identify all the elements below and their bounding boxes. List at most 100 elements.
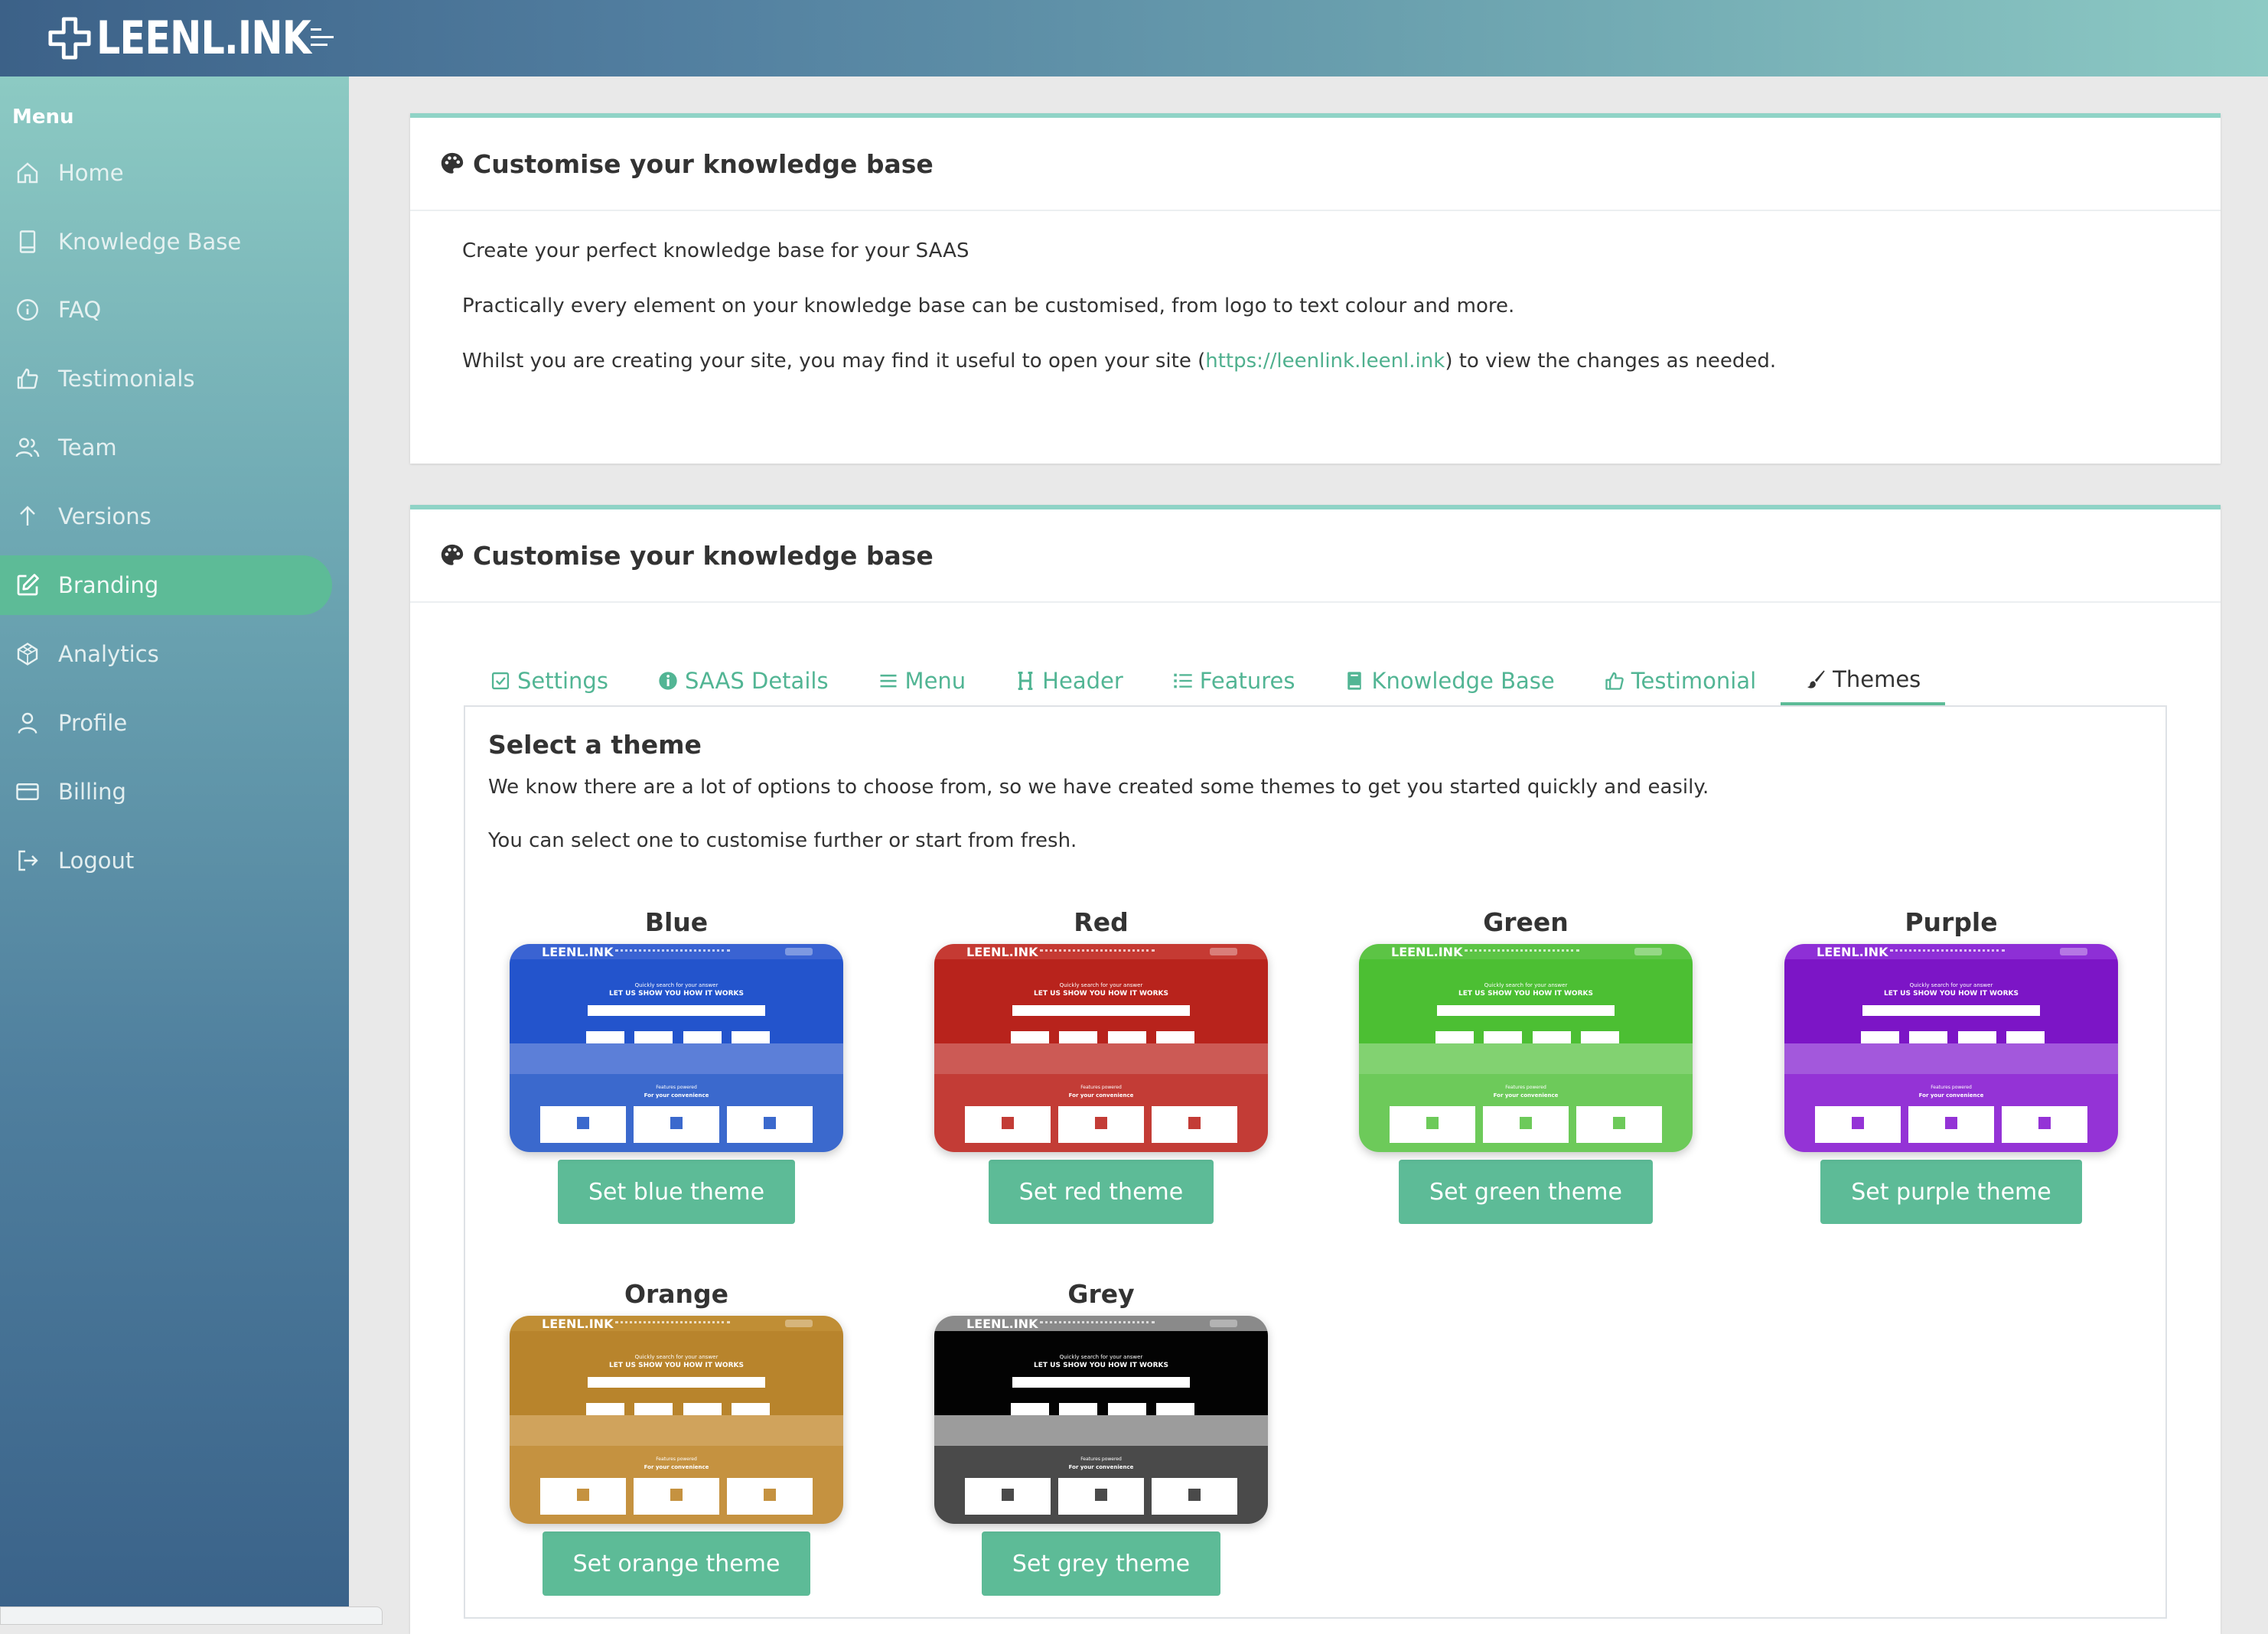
tab-label: Knowledge Base: [1371, 668, 1555, 694]
set-theme-button[interactable]: Set blue theme: [557, 1160, 796, 1224]
preview-features-title: For your convenience: [1493, 1092, 1559, 1099]
theme-card-red: Red LEENL.INK Quickly search for your an…: [933, 907, 1269, 1224]
settings-card-header: Customise your knowledge base: [410, 509, 2221, 603]
set-theme-button[interactable]: Set orange theme: [542, 1531, 811, 1596]
preview-logo: LEENL.INK: [1817, 945, 1888, 959]
tab-saas-details[interactable]: SAAS Details: [633, 656, 853, 705]
theme-name: Orange: [624, 1279, 729, 1309]
intro-card-title: Customise your knowledge base: [473, 148, 934, 179]
sidebar-item-home[interactable]: Home: [0, 143, 332, 203]
preview-logo: LEENL.INK: [542, 945, 614, 959]
arrow-up-icon: [20, 506, 35, 526]
preview-hero: Quickly search for your answer LET US SH…: [934, 1331, 1268, 1429]
preview-hero: Quickly search for your answer LET US SH…: [510, 959, 843, 1057]
preview-nav: LEENL.INK: [1359, 944, 1693, 959]
sidebar-item-faq[interactable]: FAQ: [0, 280, 332, 340]
preview-search: [1862, 1005, 2040, 1016]
sidebar-item-label: Logout: [58, 848, 135, 874]
sidebar-item-label: Team: [58, 435, 117, 461]
preview-logo: LEENL.INK: [966, 945, 1038, 959]
preview-logo: LEENL.INK: [966, 1317, 1038, 1331]
tab-testimonial[interactable]: Testimonial: [1579, 656, 1781, 705]
hamburger-menu-icon[interactable]: [308, 23, 337, 52]
preview-features-title: For your convenience: [644, 1092, 709, 1099]
credit-card-icon: [16, 783, 39, 800]
sidebar-item-team[interactable]: Team: [0, 418, 332, 477]
preview-band: [934, 1415, 1268, 1446]
sidebar-item-branding[interactable]: Branding: [0, 555, 332, 615]
preview-hero: Quickly search for your answer LET US SH…: [1784, 959, 2118, 1057]
settings-card-title: Customise your knowledge base: [473, 540, 934, 571]
panel-title: Select a theme: [488, 730, 702, 760]
theme-preview-thumbnail[interactable]: LEENL.INK Quickly search for your answer…: [934, 1316, 1268, 1524]
preview-features: Features powered For your convenience: [1359, 1074, 1693, 1152]
preview-hero: Quickly search for your answer LET US SH…: [934, 959, 1268, 1057]
home-icon: [17, 162, 38, 184]
sidebar-item-analytics[interactable]: Analytics: [0, 624, 332, 684]
preview-nav-links: [615, 1321, 730, 1326]
theme-preview-thumbnail[interactable]: LEENL.INK Quickly search for your answer…: [510, 944, 843, 1152]
preview-band: [1784, 1043, 2118, 1074]
preview-feature-cards: [1390, 1106, 1662, 1143]
set-theme-button[interactable]: Set grey theme: [981, 1531, 1221, 1596]
preview-features-title: For your convenience: [1068, 1464, 1134, 1470]
preview-features: Features powered For your convenience: [1784, 1074, 2118, 1152]
intro-line-3-pre: Whilst you are creating your site, you m…: [462, 350, 1206, 373]
tab-header[interactable]: Header: [990, 656, 1148, 705]
theme-preview-thumbnail[interactable]: LEENL.INK Quickly search for your answer…: [510, 1316, 843, 1524]
thumbs-up-icon: [17, 368, 38, 389]
heading-icon: [1018, 671, 1033, 691]
palette-icon: [441, 544, 464, 565]
theme-card-purple: Purple LEENL.INK Quickly search for your…: [1783, 907, 2120, 1224]
tab-settings[interactable]: Settings: [465, 656, 633, 705]
theme-name: Purple: [1905, 907, 1998, 937]
preview-hero-title: LET US SHOW YOU HOW IT WORKS: [1034, 1362, 1168, 1369]
preview-nav-links: [615, 949, 730, 955]
theme-preview-thumbnail[interactable]: LEENL.INK Quickly search for your answer…: [1784, 944, 2118, 1152]
set-theme-button[interactable]: Set green theme: [1399, 1160, 1653, 1224]
theme-card-blue: Blue LEENL.INK Quickly search for your a…: [508, 907, 845, 1224]
preview-hero-title: LET US SHOW YOU HOW IT WORKS: [1884, 990, 2019, 998]
book-icon: [19, 230, 36, 253]
set-theme-button[interactable]: Set red theme: [988, 1160, 1214, 1224]
sidebar-item-versions[interactable]: Versions: [0, 487, 332, 546]
list-icon: [1174, 673, 1192, 688]
thumbs-up-icon: [1605, 672, 1624, 690]
tab-knowledge-base[interactable]: Knowledge Base: [1319, 656, 1579, 705]
theme-preview-thumbnail[interactable]: LEENL.INK Quickly search for your answer…: [934, 944, 1268, 1152]
preview-feature-cards: [965, 1106, 1237, 1143]
preview-band: [1359, 1043, 1693, 1074]
sidebar-item-testimonials[interactable]: Testimonials: [0, 349, 332, 408]
preview-nav-links: [1040, 1321, 1155, 1326]
sidebar-item-label: Knowledge Base: [58, 229, 242, 255]
tab-features[interactable]: Features: [1148, 656, 1320, 705]
sidebar-item-label: Branding: [58, 572, 159, 598]
sidebar-item-logout[interactable]: Logout: [0, 831, 332, 890]
preview-nav: LEENL.INK: [510, 1316, 843, 1331]
sidebar-item-billing[interactable]: Billing: [0, 762, 332, 822]
info-icon: [17, 299, 38, 321]
theme-preview-thumbnail[interactable]: LEENL.INK Quickly search for your answer…: [1359, 944, 1693, 1152]
preview-features-subtitle: Features powered: [1505, 1085, 1546, 1090]
sidebar-item-label: Home: [58, 160, 124, 186]
top-bar: LEENL.INK: [0, 0, 2268, 76]
sidebar-item-label: Testimonials: [58, 366, 195, 392]
preview-features-title: For your convenience: [644, 1464, 709, 1470]
tab-menu[interactable]: Menu: [853, 656, 991, 705]
set-theme-button[interactable]: Set purple theme: [1820, 1160, 2082, 1224]
site-link[interactable]: https://leenlink.leenl.ink: [1205, 350, 1445, 373]
preview-hero-title: LET US SHOW YOU HOW IT WORKS: [609, 990, 744, 998]
sidebar: Menu Home Knowledge Base FAQ Testimonial…: [0, 76, 349, 1620]
intro-card: Customise your knowledge base Create you…: [410, 113, 2221, 464]
preview-features-subtitle: Features powered: [656, 1085, 697, 1090]
preview-login: [1210, 948, 1237, 955]
preview-nav: LEENL.INK: [1784, 944, 2118, 959]
logout-icon: [18, 850, 38, 871]
preview-nav: LEENL.INK: [934, 1316, 1268, 1331]
sidebar-item-knowledge-base[interactable]: Knowledge Base: [0, 212, 332, 272]
tab-themes[interactable]: Themes: [1781, 656, 1946, 705]
preview-search: [588, 1377, 765, 1388]
preview-feature-cards: [540, 1478, 813, 1515]
sidebar-item-profile[interactable]: Profile: [0, 693, 332, 753]
preview-login: [1210, 1320, 1237, 1327]
